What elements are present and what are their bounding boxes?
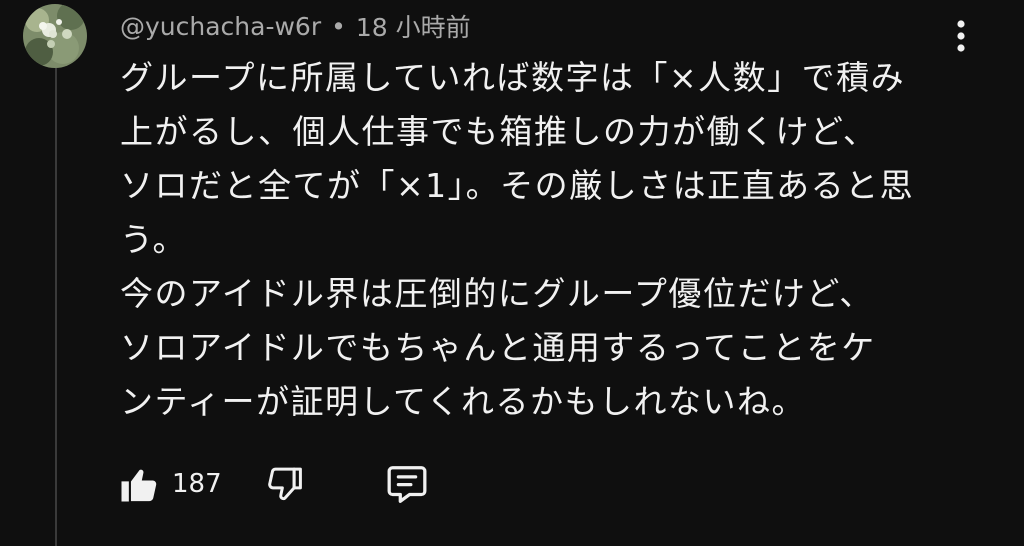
reply-comment-icon [387,466,427,503]
avatar[interactable] [23,4,87,68]
thumbs-down-icon [267,467,302,501]
comment-line: 今のアイドル界は圧倒的にグループ優位だけど、 [120,274,874,313]
comment-line: ンティーが証明してくれるかもしれないね。 [120,382,807,421]
like-count: 187 [172,469,222,499]
author-name[interactable]: @yuchacha-w6r [120,12,321,41]
comment-timestamp[interactable]: 18 小時前 [356,8,471,44]
comment-line: ソロアイドルでもちゃんと通用するってことをケ [120,328,876,367]
avatar-image [23,4,87,68]
reply-button[interactable] [384,461,430,507]
header-separator: • [331,11,346,41]
comment-text: グループに所属していれば数字は「×人数」で積み 上がるし、個人仕事でも箱推しの力… [120,56,1000,434]
thumbs-up-icon [121,469,157,502]
like-button[interactable] [116,461,162,507]
comment-line: グループに所属していれば数字は「×人数」で積み [120,58,906,97]
thread-line [55,66,57,546]
comment-line: ソロだと全てが「×1」。その厳しさは正直あると思 [120,166,915,205]
comment-header: @yuchacha-w6r • 18 小時前 [120,6,471,46]
more-vertical-icon [957,20,965,52]
comment-line: 上がるし、個人仕事でも箱推しの力が働くけど、 [120,112,878,151]
more-options-button[interactable] [946,14,976,58]
comment-line: う。 [120,220,188,259]
comment-actions: 187 [116,458,430,510]
dislike-button[interactable] [262,461,308,507]
